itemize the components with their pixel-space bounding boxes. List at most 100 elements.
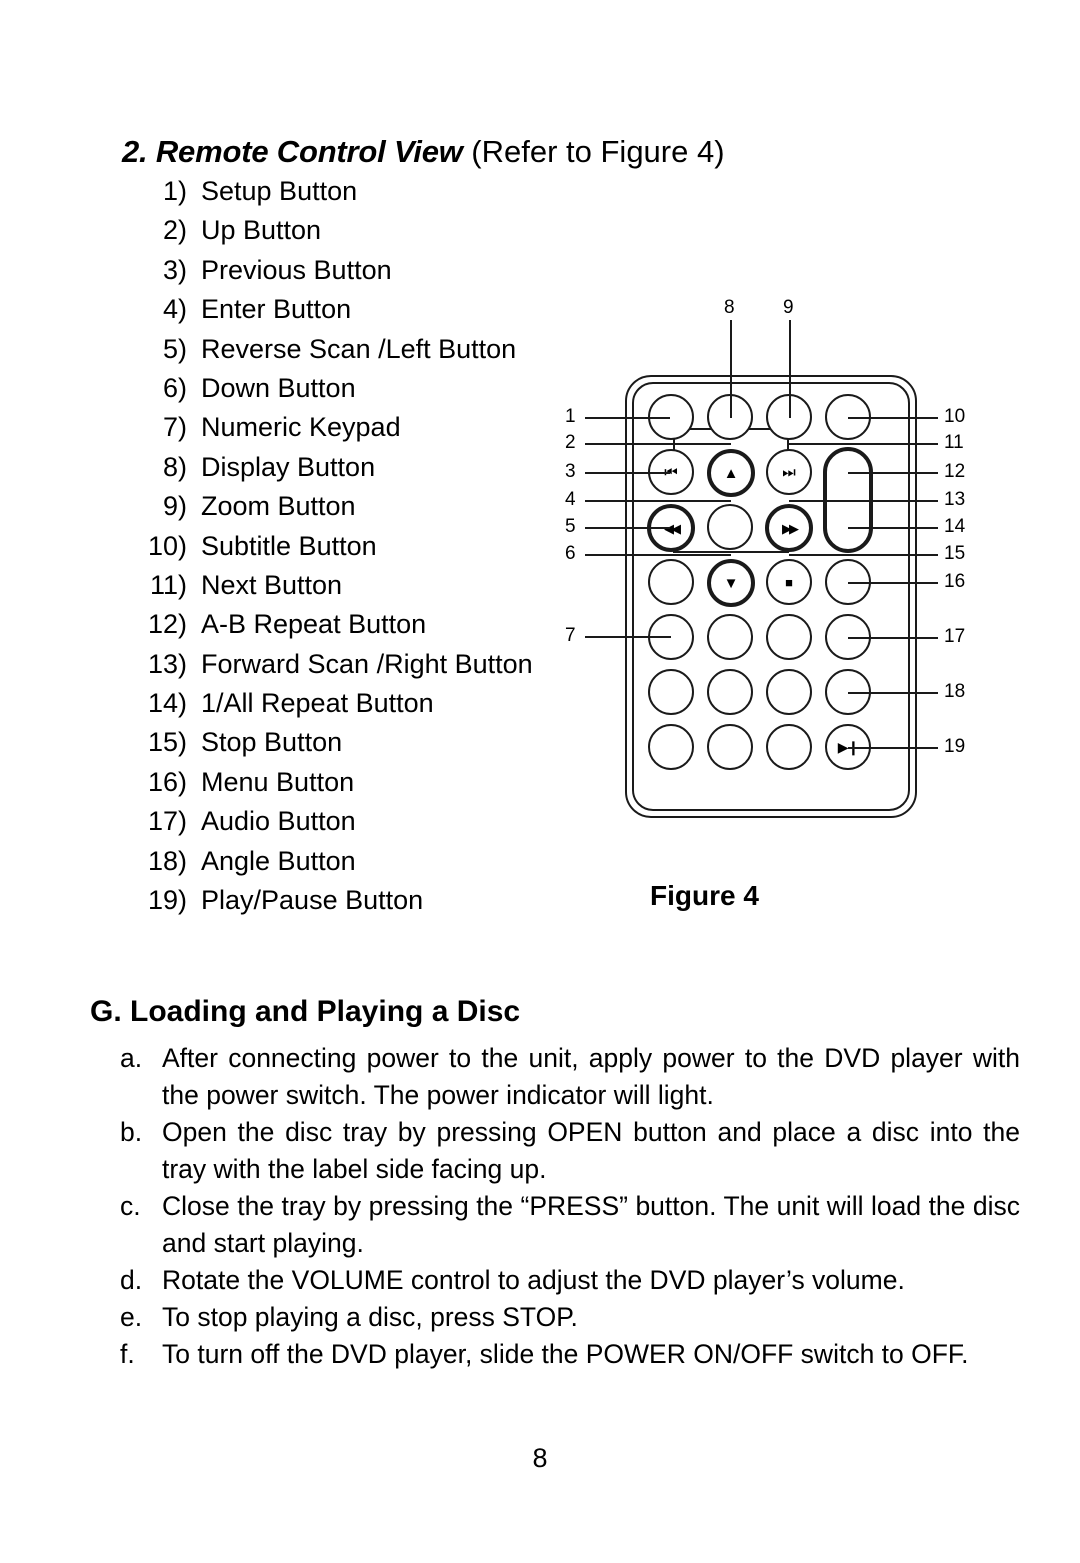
list-item-label: Numeric Keypad bbox=[201, 412, 401, 443]
list-item: 5) Reverse Scan /Left Button bbox=[125, 334, 595, 373]
list-item: 19) Play/Pause Button bbox=[125, 885, 595, 924]
callout-label-1: 1 bbox=[565, 406, 576, 427]
callout-label-9: 9 bbox=[783, 297, 794, 318]
list-item: 8) Display Button bbox=[125, 452, 595, 491]
list-item-number: 13) bbox=[147, 648, 187, 679]
remote-button-forward-scan[interactable]: ▶▶ bbox=[765, 504, 813, 552]
list-item: 15) Stop Button bbox=[125, 727, 595, 766]
step-marker: e. bbox=[120, 1302, 143, 1332]
list-item: 6) Down Button bbox=[125, 373, 595, 412]
callout-label-19: 19 bbox=[944, 736, 966, 757]
remote-button-keypad-key[interactable] bbox=[707, 724, 753, 770]
step-marker: d. bbox=[120, 1265, 143, 1295]
callout-leader-15 bbox=[789, 554, 938, 556]
list-item-label: Display Button bbox=[201, 451, 376, 482]
list-item: 16) Menu Button bbox=[125, 767, 595, 806]
list-item: 9) Zoom Button bbox=[125, 491, 595, 530]
up-arrow-icon: ▲ bbox=[723, 464, 739, 482]
list-item-label: Audio Button bbox=[201, 806, 356, 837]
list-item: 12) A-B Repeat Button bbox=[125, 609, 595, 648]
remote-button-keypad-key[interactable] bbox=[648, 724, 694, 770]
callout-leader-14 bbox=[848, 527, 938, 529]
list-item-label: Down Button bbox=[201, 372, 356, 403]
list-item-number: 11) bbox=[149, 569, 187, 600]
section-title-emphasis: 2. Remote Control View bbox=[122, 134, 463, 169]
remote-button-keypad-key[interactable] bbox=[766, 669, 812, 715]
list-item-number: 14) bbox=[147, 688, 187, 719]
remote-button-keypad-key[interactable] bbox=[707, 669, 753, 715]
callout-label-7: 7 bbox=[565, 625, 576, 646]
list-item-label: Enter Button bbox=[201, 294, 352, 325]
list-item: 3) Previous Button bbox=[125, 255, 595, 294]
manual-page: 2. Remote Control View (Refer to Figure … bbox=[0, 0, 1080, 1563]
list-item-number: 1) bbox=[162, 176, 187, 206]
remote-button-keypad-key[interactable] bbox=[707, 614, 753, 660]
remote-button-stop[interactable]: ■ bbox=[766, 559, 812, 605]
list-item-label: Stop Button bbox=[201, 727, 343, 758]
list-item-number: 10) bbox=[147, 530, 187, 561]
remote-button-keypad-key[interactable] bbox=[648, 559, 694, 605]
page-number: 8 bbox=[532, 1443, 548, 1473]
remote-button-up[interactable]: ▲ bbox=[707, 449, 755, 497]
step-text: To stop playing a disc, press STOP. bbox=[162, 1302, 578, 1332]
list-item: 13) Forward Scan /Right Button bbox=[125, 649, 595, 688]
list-item-label: 1/All Repeat Button bbox=[201, 688, 434, 719]
list-item-label: Up Button bbox=[201, 215, 322, 246]
callout-leader-4 bbox=[585, 500, 731, 502]
list-item-number: 6) bbox=[162, 372, 187, 403]
callout-label-18: 18 bbox=[944, 681, 966, 702]
callout-leader-16 bbox=[848, 582, 938, 584]
remote-button-keypad-key[interactable] bbox=[766, 614, 812, 660]
list-item-label: Next Button bbox=[201, 569, 343, 600]
callout-leader-17 bbox=[848, 637, 938, 639]
remote-button-next[interactable]: ⏭ bbox=[766, 449, 812, 495]
list-item-label: A-B Repeat Button bbox=[201, 609, 427, 640]
callout-leader-6 bbox=[585, 554, 731, 556]
list-item-label: Menu Button bbox=[201, 766, 355, 797]
list-item-number: 16) bbox=[147, 766, 187, 797]
callout-leader-19 bbox=[848, 747, 938, 749]
callout-label-11: 11 bbox=[944, 432, 964, 453]
list-item-number: 4) bbox=[162, 294, 187, 325]
callout-label-5: 5 bbox=[565, 516, 576, 537]
remote-button-keypad-key[interactable] bbox=[648, 669, 694, 715]
list-item: 4) Enter Button bbox=[125, 294, 595, 333]
list-item: 7) Numeric Keypad bbox=[125, 412, 595, 451]
list-item-number: 7) bbox=[162, 412, 187, 443]
list-item-number: 2) bbox=[162, 215, 187, 246]
figure-caption: Figure 4 bbox=[650, 880, 759, 911]
instruction-step: e. To stop playing a disc, press STOP. bbox=[120, 1299, 1020, 1336]
section-title-reference: (Refer to Figure 4) bbox=[462, 134, 725, 169]
instruction-step: b. Open the disc tray by pressing OPEN bu… bbox=[120, 1114, 1020, 1188]
callout-leader-8 bbox=[730, 320, 732, 418]
remote-button-down[interactable]: ▼ bbox=[707, 559, 755, 607]
callout-label-2: 2 bbox=[565, 432, 576, 453]
callout-leader-13 bbox=[789, 500, 938, 502]
list-item: 11) Next Button bbox=[125, 570, 595, 609]
list-item: 17) Audio Button bbox=[125, 806, 595, 845]
list-item-number: 15) bbox=[147, 727, 187, 758]
step-marker: b. bbox=[120, 1117, 143, 1147]
list-item-number: 9) bbox=[162, 491, 187, 522]
callout-leader-18 bbox=[848, 692, 938, 694]
list-item-number: 12) bbox=[147, 609, 187, 640]
list-item-number: 17) bbox=[147, 806, 187, 837]
loading-steps-list: a. After connecting power to the unit, ap… bbox=[120, 1040, 1020, 1373]
list-item-label: Angle Button bbox=[201, 845, 356, 876]
callout-leader-1 bbox=[585, 417, 670, 419]
down-arrow-icon: ▼ bbox=[723, 574, 739, 592]
callout-leader-11 bbox=[789, 443, 938, 445]
remote-button-list: 1) Setup Button 2) Up Button 3) Previous Butt… bbox=[125, 176, 595, 924]
callout-label-3: 3 bbox=[565, 461, 576, 482]
next-icon: ⏭ bbox=[782, 463, 796, 481]
step-text: Open the disc tray by pressing OPEN butt… bbox=[162, 1117, 1020, 1184]
figure-4-diagram: ⏮ ▲ ⏭ ◀◀ ▶▶ ▼ ■ ▶❙ 8 9 1 2 3 4 5 6 7 10 … bbox=[555, 295, 1025, 935]
step-text: After connecting power to the unit, appl… bbox=[162, 1043, 1020, 1110]
callout-label-16: 16 bbox=[944, 571, 966, 592]
instruction-step: a. After connecting power to the unit, ap… bbox=[120, 1040, 1020, 1114]
list-item: 18) Angle Button bbox=[125, 846, 595, 885]
remote-button-keypad-key[interactable] bbox=[766, 724, 812, 770]
callout-label-17: 17 bbox=[944, 626, 966, 647]
list-item-number: 19) bbox=[147, 885, 187, 916]
remote-button-enter[interactable] bbox=[707, 504, 753, 550]
